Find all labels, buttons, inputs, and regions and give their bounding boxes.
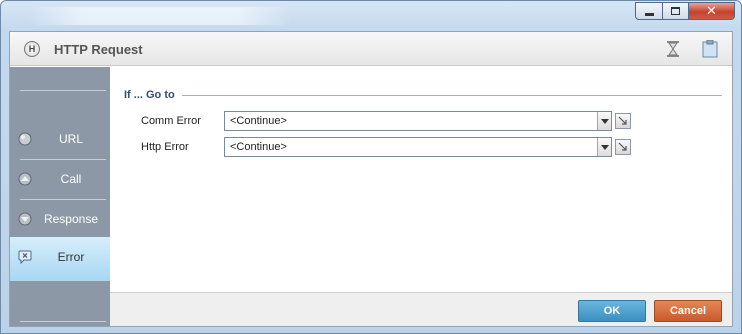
goto-arrow-icon <box>618 142 627 151</box>
sidebar-item-label: Error <box>57 250 85 264</box>
sidebar-item-url[interactable]: URL <box>10 119 110 159</box>
comm-error-value: <Continue> <box>230 115 287 127</box>
dropdown-button[interactable] <box>597 112 611 130</box>
goto-arrow-icon <box>618 116 627 125</box>
http-error-label: Http Error <box>141 141 189 153</box>
ok-button[interactable]: OK <box>578 300 646 322</box>
chevron-down-icon <box>600 118 609 124</box>
sidebar-item-label: URL <box>58 132 83 146</box>
cancel-button[interactable]: Cancel <box>654 300 722 322</box>
title-bar-glow <box>29 7 291 25</box>
chevron-down-icon <box>600 144 609 150</box>
comm-error-select[interactable]: <Continue> <box>224 111 612 131</box>
minimize-icon <box>644 12 654 16</box>
comm-error-label: Comm Error <box>141 115 201 127</box>
http-error-select[interactable]: <Continue> <box>224 137 612 157</box>
sidebar-divider <box>20 90 106 91</box>
dialog-client-area: H HTTP Request URL Call Response Error I… <box>9 31 733 327</box>
http-error-value: <Continue> <box>230 141 287 153</box>
page-title: HTTP Request <box>54 42 143 57</box>
sidebar-item-response[interactable]: Response <box>10 199 110 239</box>
sidebar-divider <box>20 321 106 322</box>
dropdown-button[interactable] <box>597 138 611 156</box>
close-button[interactable]: ✕ <box>688 2 735 20</box>
main-panel: If ... Go to Comm Error <Continue> Http … <box>110 67 732 292</box>
dialog-window: ✕ H HTTP Request URL Call Response Error… <box>0 0 742 334</box>
dialog-footer: OK Cancel <box>110 292 732 326</box>
sidebar-item-label: Call <box>60 172 82 186</box>
minimize-button[interactable] <box>635 2 662 20</box>
maximize-icon <box>671 7 680 15</box>
clipboard-icon[interactable] <box>702 40 718 58</box>
go-to-target-button[interactable] <box>615 139 631 155</box>
http-request-icon: H <box>24 41 40 57</box>
close-icon: ✕ <box>706 3 717 18</box>
dialog-header: H HTTP Request <box>10 32 732 66</box>
go-to-target-button[interactable] <box>615 113 631 129</box>
section-divider <box>182 95 722 96</box>
sidebar-item-call[interactable]: Call <box>10 159 110 199</box>
sidebar-item-error[interactable]: Error <box>10 237 110 281</box>
hourglass-icon[interactable] <box>666 41 680 57</box>
maximize-button[interactable] <box>662 2 688 20</box>
section-title: If ... Go to <box>124 89 175 101</box>
window-controls: ✕ <box>635 2 735 20</box>
sidebar: URL Call Response Error <box>10 67 110 326</box>
sidebar-item-label: Response <box>43 212 99 226</box>
